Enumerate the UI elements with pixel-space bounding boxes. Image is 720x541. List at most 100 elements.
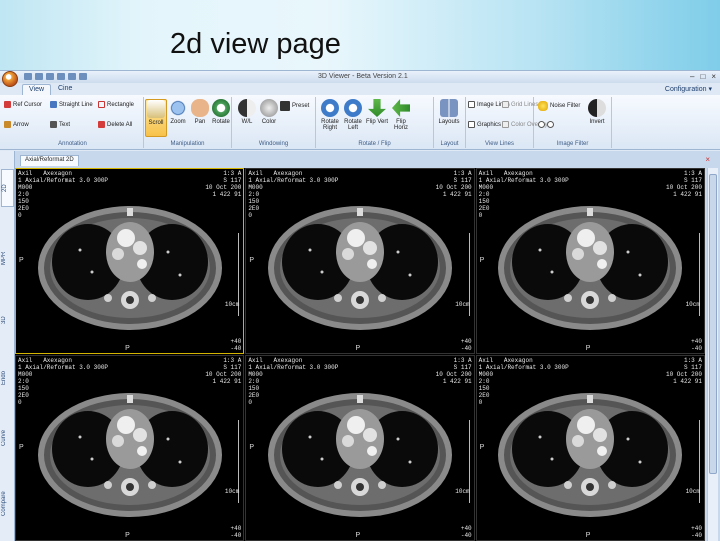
window-level-button[interactable]: W/L [236,99,258,125]
rotate-icon [212,99,230,117]
orientation-left-label: P [19,257,24,265]
viewport-3[interactable]: Axil Axexagon 1 Axial/Reformat 3.0 300P … [475,168,705,354]
pan-button[interactable]: Pan [189,99,211,125]
group-annotation: Ref Cursor Straight Line Rectangle Arrow… [2,97,144,148]
side-tab-endo[interactable]: Endo [1,359,14,397]
layouts-icon [440,99,458,117]
side-tab-curve[interactable]: Curve [1,419,14,457]
zoom-icon [169,99,187,117]
viewport-5[interactable]: Axil Axexagon 1 Axial/Reformat 3.0 300P … [245,355,475,541]
close-document-icon[interactable]: × [705,155,710,164]
group-image-filter: Noise Filter Invert Image Filter [534,97,612,148]
graphics-toggle[interactable]: Graphics [468,121,501,128]
minus-icon [538,121,545,128]
orientation-bottom-label: P [585,345,591,352]
scroll-button[interactable]: Scroll [145,99,167,137]
pan-hand-icon [191,99,209,117]
ref-cursor-button[interactable]: Ref Cursor [4,101,42,108]
title-bar: 3D Viewer - Beta Version 2.1 – □ × [0,71,720,87]
scroll-icon [147,100,165,118]
checkbox-icon [502,101,509,108]
open-icon[interactable] [35,73,43,80]
rectangle-button[interactable]: Rectangle [98,101,134,108]
maximize-button[interactable]: □ [700,72,705,81]
viewport-6[interactable]: Axil Axexagon 1 Axial/Reformat 3.0 300P … [475,355,705,541]
print-icon[interactable] [46,73,54,80]
group-label: Rotate / Flip [358,141,391,147]
viewport-4[interactable]: Axil Axexagon 1 Axial/Reformat 3.0 300P … [15,355,245,541]
slide-header-background [0,0,720,72]
side-tab-mpr[interactable]: MPR [1,239,14,277]
group-label: Windowing [258,141,289,147]
overlay-bottom-right: +40 -40 [230,525,242,539]
side-tab-2d[interactable]: 2D [1,169,14,207]
viewport-2[interactable]: Axil Axexagon 1 Axial/Reformat 3.0 300P … [245,168,475,354]
viewport-1[interactable]: Axil Axexagon 1 Axial/Reformat 3.0 300P … [15,168,245,354]
redo-icon[interactable] [68,73,76,80]
grid-lines-toggle[interactable]: Grid Lines [502,101,538,108]
delete-icon [98,121,105,128]
flip-horizontal-icon [392,99,410,117]
viewport-grid: Axil Axexagon 1 Axial/Reformat 3.0 300P … [15,168,705,541]
side-tab-compare[interactable]: Compare [1,479,14,529]
minimize-button[interactable]: – [690,72,694,81]
preset-icon [280,101,290,111]
group-label: Image Filter [556,141,589,147]
arrow-icon [4,121,11,128]
rotate-button[interactable]: Rotate [210,99,232,125]
text-button[interactable]: Text [50,121,70,128]
viewport-scrollbar[interactable] [707,168,718,541]
close-button[interactable]: × [711,72,716,81]
ribbon: Ref Cursor Straight Line Rectangle Arrow… [0,95,720,150]
group-label: Layout [440,141,459,147]
orientation-bottom-label: P [125,345,130,352]
window-controls: – □ × [690,72,716,81]
quick-access-toolbar [24,73,87,80]
flip-horizontal-button[interactable]: Flip Horiz [390,99,412,131]
document-tab[interactable]: Axial/Reformat 2D [20,155,79,166]
ct-axial-slice-image [498,392,683,517]
workspace: 2D MPR 3D Endo Curve Compare Axial/Refor… [0,151,720,541]
rotate-right-button[interactable]: Rotate Right [319,99,341,131]
flip-vertical-button[interactable]: Flip Vert [366,99,388,125]
rotate-left-icon [344,99,362,117]
preset-button[interactable]: Preset [280,101,309,111]
group-label: Manipulation [170,141,205,147]
group-manipulation: Scroll Zoom Pan Rotate Manipulation [144,97,232,148]
arrow-button[interactable]: Arrow [4,121,29,128]
rotate-left-button[interactable]: Rotate Left [342,99,364,131]
orientation-bottom-label: P [355,532,361,539]
group-view-lines: Image Lines Grid Lines Graphics Color Ov… [466,97,548,148]
ct-axial-slice-image [498,205,683,330]
ribbon-tabs: View Cine Configuration ▾ [0,83,720,95]
orientation-left-label: P [479,257,485,265]
color-button[interactable]: Color [258,99,280,125]
filter-stepper[interactable] [538,121,554,128]
overlay-bottom-right: +40 -40 [691,525,702,539]
straight-line-button[interactable]: Straight Line [50,101,93,108]
side-tab-3d[interactable]: 3D [1,301,14,339]
zoom-button[interactable]: Zoom [167,99,189,125]
orientation-left-label: P [19,444,24,452]
configuration-menu[interactable]: Configuration ▾ [665,85,712,93]
undo-icon[interactable] [57,73,65,80]
orientation-bottom-label: P [355,345,361,352]
scrollbar-thumb[interactable] [709,174,717,474]
delete-all-button[interactable]: Delete All [98,121,132,128]
flip-vertical-icon [368,99,386,117]
layouts-button[interactable]: Layouts [438,99,460,125]
group-windowing: W/L Color Preset Windowing [232,97,316,148]
save-icon[interactable] [24,73,32,80]
orientation-left-label: P [249,257,254,265]
tab-cine[interactable]: Cine [52,84,78,95]
invert-icon [588,99,606,117]
overlay-bottom-right: +40 -40 [691,338,702,352]
window-title: 3D Viewer - Beta Version 2.1 [318,73,408,80]
settings-icon[interactable] [79,73,87,80]
invert-button[interactable]: Invert [586,99,608,125]
ct-axial-slice-image [267,205,452,330]
app-menu-orb-icon[interactable] [2,71,18,87]
tab-view[interactable]: View [22,84,52,95]
group-label: Annotation [58,141,87,147]
noise-filter-button[interactable]: Noise Filter [538,101,580,111]
